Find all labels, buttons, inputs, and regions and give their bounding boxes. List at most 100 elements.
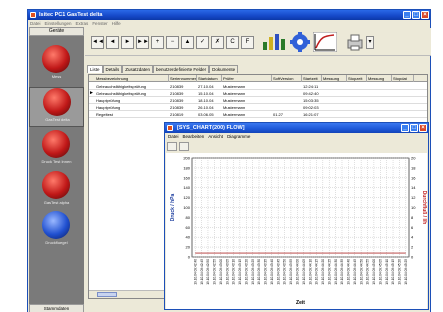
chart-menu-bearbeiten[interactable]: Bearbeiten <box>183 133 205 140</box>
printer-icon[interactable] <box>347 32 363 52</box>
curve-tool-icon[interactable] <box>313 32 337 52</box>
nav-item-druck-test[interactable]: Druck Test Innen <box>29 130 84 170</box>
menu-hilfe[interactable]: Hilfe <box>112 20 121 27</box>
nav-item-gastest-alpha[interactable]: GasTest alpha <box>29 171 84 211</box>
cancel-record-button[interactable]: ✗ <box>211 36 224 49</box>
table-cell: Mustermann <box>223 91 246 96</box>
chart-tool-button[interactable] <box>179 142 189 151</box>
table-cell <box>347 83 367 90</box>
col-header[interactable]: Stopzeit <box>347 75 367 82</box>
table-row[interactable]: Regeltest 210819 03.06.05 Mustermann 01.27 16… <box>89 111 427 118</box>
chart-menu-ansicht[interactable]: Ansicht <box>208 133 223 140</box>
x-tick-label: 19.10.04 09:45:10 <box>385 259 389 285</box>
table-cell <box>367 90 392 97</box>
table-cell <box>367 97 392 104</box>
gear-tool-icon[interactable] <box>289 32 311 52</box>
maximize-button[interactable]: □ <box>412 11 420 19</box>
col-header[interactable]: Startdatum <box>197 75 222 82</box>
edit-record-button[interactable]: ▲ <box>181 36 194 49</box>
tab-dokumente[interactable]: Dokumente <box>209 65 239 73</box>
y-axis-label: Druck / hPa <box>170 194 176 222</box>
close-button[interactable]: × <box>421 11 429 19</box>
tab-details[interactable]: Details <box>102 65 123 73</box>
x-axis-label: Zeit <box>296 300 305 306</box>
menu-einstellungen[interactable]: Einstellungen <box>45 20 72 27</box>
table-cell: 210839 <box>170 98 184 103</box>
nav-header[interactable]: Geräte <box>29 27 84 36</box>
prev-record-button[interactable]: ◄ <box>106 36 119 49</box>
chart-minimize-button[interactable]: _ <box>401 124 409 132</box>
table-row[interactable]: Gebrauchsfähigkeitsprüfung 210839 27.10.04… <box>89 83 427 90</box>
y2-tick-label: 10 <box>411 205 416 210</box>
table-cell: Regeltest <box>96 112 113 117</box>
table-cell: 09:42:40 <box>303 91 319 96</box>
nav-footer[interactable]: Stammdaten <box>29 304 84 312</box>
scrollbar-thumb[interactable] <box>97 292 117 297</box>
col-header[interactable]: Messbezeichnung <box>95 75 169 82</box>
y-tick-label: 20 <box>186 245 191 250</box>
menu-extras[interactable]: Extras <box>76 20 89 27</box>
x-tick-label: 19.10.04 09:44:05 <box>302 259 306 285</box>
x-tick-label: 19.10.04 09:44:15 <box>315 259 319 285</box>
chart-tool-button[interactable] <box>167 142 177 151</box>
nav-item-mess[interactable]: Mess <box>29 45 84 85</box>
table-row[interactable]: Hauptprüfung 210839 18.10.04 Mustermann 15:0… <box>89 97 427 104</box>
table-row[interactable]: ► Gebrauchsfähigkeitsprüfung 210839 15.10.0… <box>89 90 427 97</box>
x-tick-label: 19.10.04 09:44:20 <box>321 259 325 285</box>
chart-area: 0 20 40 60 80 100 120 140 160 180 200 0 2 4 6 8 10 12 14 16… <box>166 153 427 309</box>
post-record-button[interactable]: ✓ <box>196 36 209 49</box>
menu-datei[interactable]: Datei <box>30 20 41 27</box>
first-record-button[interactable]: ◄◄ <box>91 36 104 49</box>
x-tick-label: 19.10.04 09:43:00 <box>219 259 223 285</box>
y2-tick-label: 8 <box>411 215 414 220</box>
tab-zusatzdaten[interactable]: Zusatzdaten <box>122 65 154 73</box>
table-cell <box>347 90 367 97</box>
tab-liste[interactable]: Liste <box>87 65 103 73</box>
col-header[interactable]: Messung <box>367 75 392 82</box>
x-tick-label: 19.10.04 09:44:50 <box>359 259 363 285</box>
col-header[interactable]: Stopdat <box>392 75 414 82</box>
chart-menu-diagramme[interactable]: Diagramme <box>227 133 250 140</box>
nav-item-druckfluegel[interactable]: Druckfluegel <box>29 211 84 251</box>
row-indicator <box>89 111 94 118</box>
col-header[interactable]: SoftVersion <box>272 75 302 82</box>
filter-button[interactable]: F <box>241 36 254 49</box>
table-row[interactable]: Hauptprüfung 210839 26.10.04 Mustermann 09:0… <box>89 104 427 111</box>
table-cell <box>367 111 392 118</box>
table-cell: Gebrauchsfähigkeitsprüfung <box>96 91 147 96</box>
col-header[interactable]: Prüfer <box>222 75 272 82</box>
y2-tick-label: 12 <box>411 195 416 200</box>
minimize-button[interactable]: _ <box>403 11 411 19</box>
chart-menu-datei[interactable]: Datei <box>168 133 179 140</box>
col-header[interactable]: Seriennummer <box>169 75 197 82</box>
nav-item-gastest-delta[interactable]: GasTest delta <box>29 87 84 127</box>
y2-tick-label: 20 <box>411 156 416 161</box>
table-cell: 03.06.05 <box>198 112 214 117</box>
chart-close-button[interactable]: × <box>419 124 427 132</box>
menu-fenster[interactable]: Fenster <box>92 20 107 27</box>
add-record-button[interactable]: + <box>151 36 164 49</box>
y-tick-label: 100 <box>183 205 190 210</box>
row-indicator <box>89 97 94 104</box>
chart-titlebar[interactable]: [SYS_CHART(200) FLOW] _ □ × <box>165 123 428 133</box>
dropdown-icon[interactable]: ▾ <box>366 36 374 49</box>
table-cell: 18.10.04 <box>198 98 214 103</box>
x-tick-label: 19.10.04 09:42:45 <box>200 259 204 285</box>
app-icon <box>30 12 36 18</box>
table-cell: 16:21:07 <box>303 112 319 117</box>
next-record-button[interactable]: ► <box>121 36 134 49</box>
col-header[interactable]: Startzeit <box>302 75 322 82</box>
chart-maximize-button[interactable]: □ <box>410 124 418 132</box>
col-header[interactable]: Messung <box>322 75 347 82</box>
chart-tool-icon[interactable] <box>261 32 287 52</box>
main-titlebar[interactable]: Isitec PC1 GasTest delta _ □ × <box>28 10 430 20</box>
refresh-button[interactable]: C <box>226 36 239 49</box>
chart-menubar: Datei Bearbeiten Ansicht Diagramme <box>165 133 428 140</box>
delete-record-button[interactable]: − <box>166 36 179 49</box>
chart-window-title: [SYS_CHART(200) FLOW] <box>177 125 245 131</box>
nav-item-label: Mess <box>51 74 62 79</box>
last-record-button[interactable]: ►► <box>136 36 149 49</box>
x-tick-label: 19.10.04 09:43:40 <box>270 259 274 285</box>
tab-benutzerdefinierte-felder[interactable]: benutzerdefinierte Felder <box>153 65 210 73</box>
table-cell <box>347 104 367 111</box>
